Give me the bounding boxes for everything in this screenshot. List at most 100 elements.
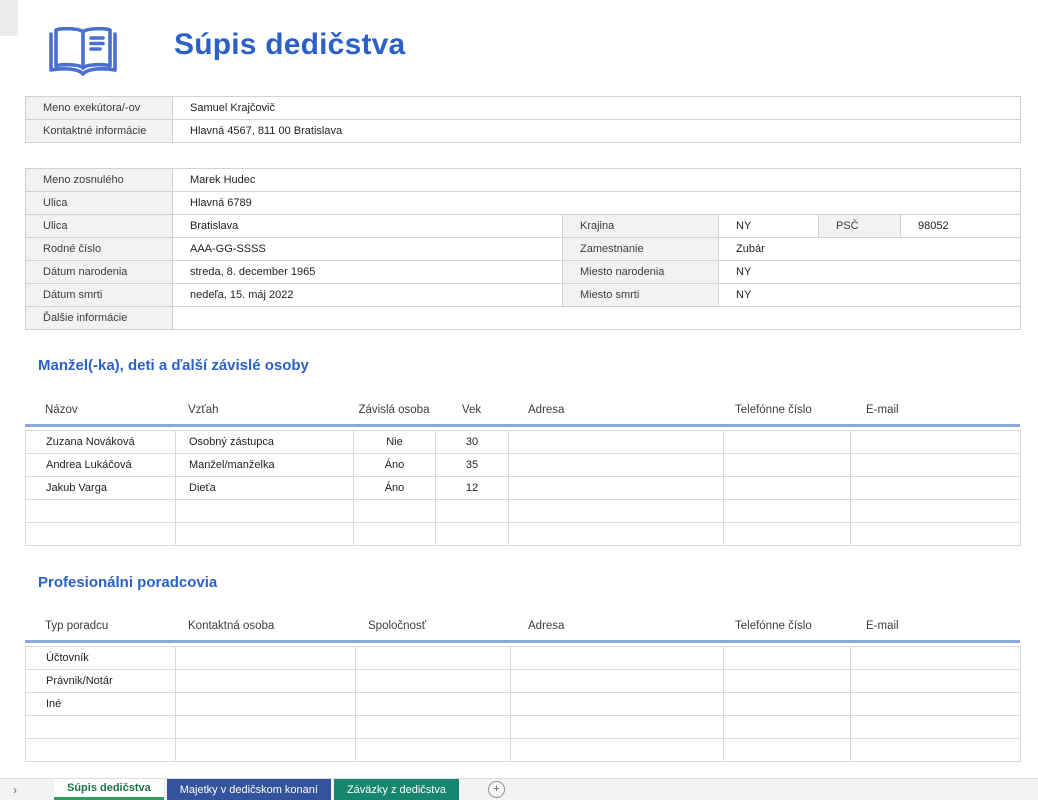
- cell[interactable]: [724, 477, 851, 500]
- cell[interactable]: [176, 647, 356, 670]
- cell[interactable]: [509, 523, 724, 546]
- cell[interactable]: [176, 693, 356, 716]
- section-heading-dependents: Manžel(-ka), deti a ďalší závislé osoby: [38, 357, 309, 374]
- cell[interactable]: Manžel/manželka: [176, 454, 354, 477]
- dependents-table: Zuzana Nováková Osobný zástupca Nie 30 A…: [25, 430, 1021, 546]
- cell[interactable]: Jakub Varga: [26, 477, 176, 500]
- cell[interactable]: [724, 693, 851, 716]
- cell[interactable]: [851, 739, 1021, 762]
- cell[interactable]: 30: [436, 431, 509, 454]
- cell[interactable]: [509, 431, 724, 454]
- field-value-deceased-name[interactable]: Marek Hudec: [173, 169, 1021, 192]
- field-label-contact-info: Kontaktné informácie: [26, 120, 173, 143]
- cell[interactable]: [724, 500, 851, 523]
- cell[interactable]: [851, 670, 1021, 693]
- cell[interactable]: Osobný zástupca: [176, 431, 354, 454]
- cell[interactable]: [176, 500, 354, 523]
- cell[interactable]: [436, 500, 509, 523]
- cell[interactable]: Áno: [354, 477, 436, 500]
- cell[interactable]: 35: [436, 454, 509, 477]
- field-value-zip[interactable]: 98052: [901, 215, 1021, 238]
- cell[interactable]: Účtovník: [26, 647, 176, 670]
- field-value-contact-info[interactable]: Hlavná 4567, 811 00 Bratislava: [173, 120, 1021, 143]
- cell[interactable]: [724, 431, 851, 454]
- cell[interactable]: [851, 523, 1021, 546]
- field-value-death-place[interactable]: NY: [719, 284, 1021, 307]
- field-value-executor-name[interactable]: Samuel Krajčovič: [173, 97, 1021, 120]
- cell[interactable]: [356, 739, 511, 762]
- cell[interactable]: [511, 647, 724, 670]
- cell[interactable]: [356, 670, 511, 693]
- field-value-birth-date[interactable]: streda, 8. december 1965: [173, 261, 563, 284]
- cell[interactable]: [356, 693, 511, 716]
- cell[interactable]: [724, 454, 851, 477]
- column-header: Adresa: [510, 620, 723, 632]
- cell[interactable]: [176, 523, 354, 546]
- table-row: [26, 500, 1021, 523]
- field-value-more-info[interactable]: [173, 307, 1021, 330]
- column-header: Vek: [435, 404, 508, 416]
- cell[interactable]: Áno: [354, 454, 436, 477]
- sheet-nav-arrow-icon[interactable]: ›: [0, 779, 30, 800]
- cell[interactable]: [851, 500, 1021, 523]
- field-value-birth-place[interactable]: NY: [719, 261, 1021, 284]
- field-value-occupation[interactable]: Zubár: [719, 238, 1021, 261]
- cell[interactable]: [851, 431, 1021, 454]
- sheet-tab-supis-dedicstva[interactable]: Súpis dedičstva: [54, 779, 164, 800]
- cell[interactable]: [851, 477, 1021, 500]
- cell[interactable]: [354, 500, 436, 523]
- cell[interactable]: [356, 647, 511, 670]
- cell[interactable]: [176, 670, 356, 693]
- cell[interactable]: 12: [436, 477, 509, 500]
- cell[interactable]: [509, 500, 724, 523]
- cell[interactable]: [511, 716, 724, 739]
- cell[interactable]: Iné: [26, 693, 176, 716]
- field-label-street1: Ulica: [26, 192, 173, 215]
- cell[interactable]: Dieťa: [176, 477, 354, 500]
- column-header: Telefónne číslo: [723, 620, 850, 632]
- cell[interactable]: [724, 739, 851, 762]
- field-label-zip: PSČ: [819, 215, 901, 238]
- cell[interactable]: [851, 693, 1021, 716]
- field-value-country[interactable]: NY: [719, 215, 819, 238]
- table-row: Andrea Lukáčová Manžel/manželka Áno 35: [26, 454, 1021, 477]
- cell[interactable]: [354, 523, 436, 546]
- cell[interactable]: [509, 477, 724, 500]
- cell[interactable]: [851, 716, 1021, 739]
- cell[interactable]: [511, 693, 724, 716]
- column-header: Vzťah: [175, 404, 353, 416]
- cell[interactable]: [176, 716, 356, 739]
- cell[interactable]: [511, 670, 724, 693]
- field-label-occupation: Zamestnanie: [563, 238, 719, 261]
- field-label-personal-id: Rodné číslo: [26, 238, 173, 261]
- sheet-tab-majetky[interactable]: Majetky v dedičskom konaní: [167, 779, 331, 800]
- field-value-death-date[interactable]: nedeľa, 15. máj 2022: [173, 284, 563, 307]
- cell[interactable]: [436, 523, 509, 546]
- cell[interactable]: Andrea Lukáčová: [26, 454, 176, 477]
- cell[interactable]: [26, 716, 176, 739]
- cell[interactable]: [724, 716, 851, 739]
- cell[interactable]: [26, 523, 176, 546]
- field-value-street2[interactable]: Bratislava: [173, 215, 563, 238]
- cell[interactable]: [26, 739, 176, 762]
- cell[interactable]: [26, 500, 176, 523]
- sheet-tab-zavazky[interactable]: Záväzky z dedičstva: [334, 779, 459, 800]
- cell[interactable]: Právnik/Notár: [26, 670, 176, 693]
- executor-info-table: Meno exekútora/-ov Samuel Krajčovič Kont…: [25, 96, 1021, 143]
- field-label-birth-date: Dátum narodenia: [26, 261, 173, 284]
- add-sheet-button[interactable]: +: [488, 781, 505, 798]
- cell[interactable]: [176, 739, 356, 762]
- field-value-personal-id[interactable]: AAA-GG-SSSS: [173, 238, 563, 261]
- cell[interactable]: [724, 523, 851, 546]
- cell[interactable]: [356, 716, 511, 739]
- cell[interactable]: [509, 454, 724, 477]
- cell[interactable]: [851, 647, 1021, 670]
- field-value-street1[interactable]: Hlavná 6789: [173, 192, 1021, 215]
- cell[interactable]: Zuzana Nováková: [26, 431, 176, 454]
- cell[interactable]: [511, 739, 724, 762]
- cell[interactable]: [851, 454, 1021, 477]
- cell[interactable]: [724, 647, 851, 670]
- dependents-table-header: Názov Vzťah Závislá osoba Vek Adresa Tel…: [25, 396, 1020, 427]
- cell[interactable]: Nie: [354, 431, 436, 454]
- cell[interactable]: [724, 670, 851, 693]
